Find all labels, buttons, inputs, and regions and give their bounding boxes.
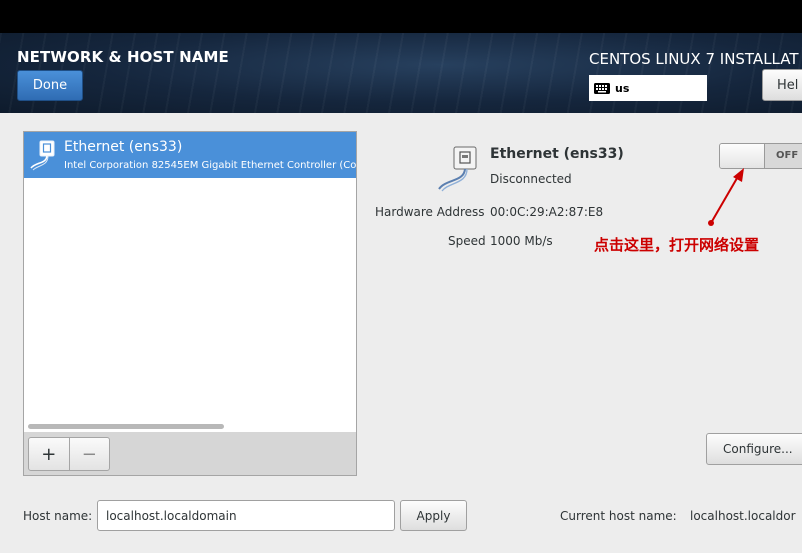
connection-toggle-switch[interactable]: OFF [719, 143, 802, 169]
device-description: Intel Corporation 82545EM Gigabit Ethern… [64, 160, 356, 171]
hardware-address-label: Hardware Address [375, 205, 485, 219]
configure-button[interactable]: Configure... [706, 433, 802, 465]
hostname-label: Host name: [23, 509, 93, 523]
help-button[interactable]: Hel [762, 69, 802, 101]
ethernet-cable-icon [436, 146, 482, 196]
connection-status: Disconnected [490, 172, 572, 186]
remove-device-button[interactable]: − [70, 438, 110, 470]
current-hostname-value: localhost.localdor [690, 509, 796, 523]
top-bar [0, 0, 802, 33]
keyboard-icon [594, 82, 610, 94]
annotation-arrow-icon [708, 168, 744, 226]
device-name: Ethernet (ens33) [64, 139, 183, 155]
page-title: NETWORK & HOST NAME [17, 48, 229, 66]
header-bar: NETWORK & HOST NAME Done CENTOS LINUX 7 … [0, 33, 802, 113]
switch-state-label: OFF [776, 150, 799, 161]
hardware-address-value: 00:0C:29:A2:87:E8 [490, 205, 604, 219]
apply-button[interactable]: Apply [400, 500, 467, 531]
device-detail-name: Ethernet (ens33) [490, 146, 624, 162]
device-list-item-ethernet[interactable]: Ethernet (ens33) Intel Corporation 82545… [24, 132, 356, 178]
current-hostname-label: Current host name: [560, 509, 677, 523]
done-button[interactable]: Done [17, 70, 83, 101]
device-list: Ethernet (ens33) Intel Corporation 82545… [24, 132, 356, 432]
add-device-button[interactable]: + [29, 438, 70, 470]
speed-label: Speed [448, 234, 486, 248]
device-list-panel: Ethernet (ens33) Intel Corporation 82545… [23, 131, 357, 476]
annotation-note: 点击这里，打开网络设置 [594, 236, 760, 254]
ethernet-cable-icon [28, 138, 58, 176]
keyboard-layout-indicator[interactable]: us [589, 75, 707, 101]
speed-value: 1000 Mb/s [490, 234, 553, 248]
installer-title: CENTOS LINUX 7 INSTALLAT [589, 50, 799, 68]
device-list-toolbar: + − [28, 437, 110, 471]
switch-knob[interactable] [720, 144, 765, 168]
keyboard-layout-label: us [615, 81, 630, 95]
horizontal-scrollbar[interactable] [28, 424, 224, 429]
hostname-input[interactable] [97, 500, 395, 531]
